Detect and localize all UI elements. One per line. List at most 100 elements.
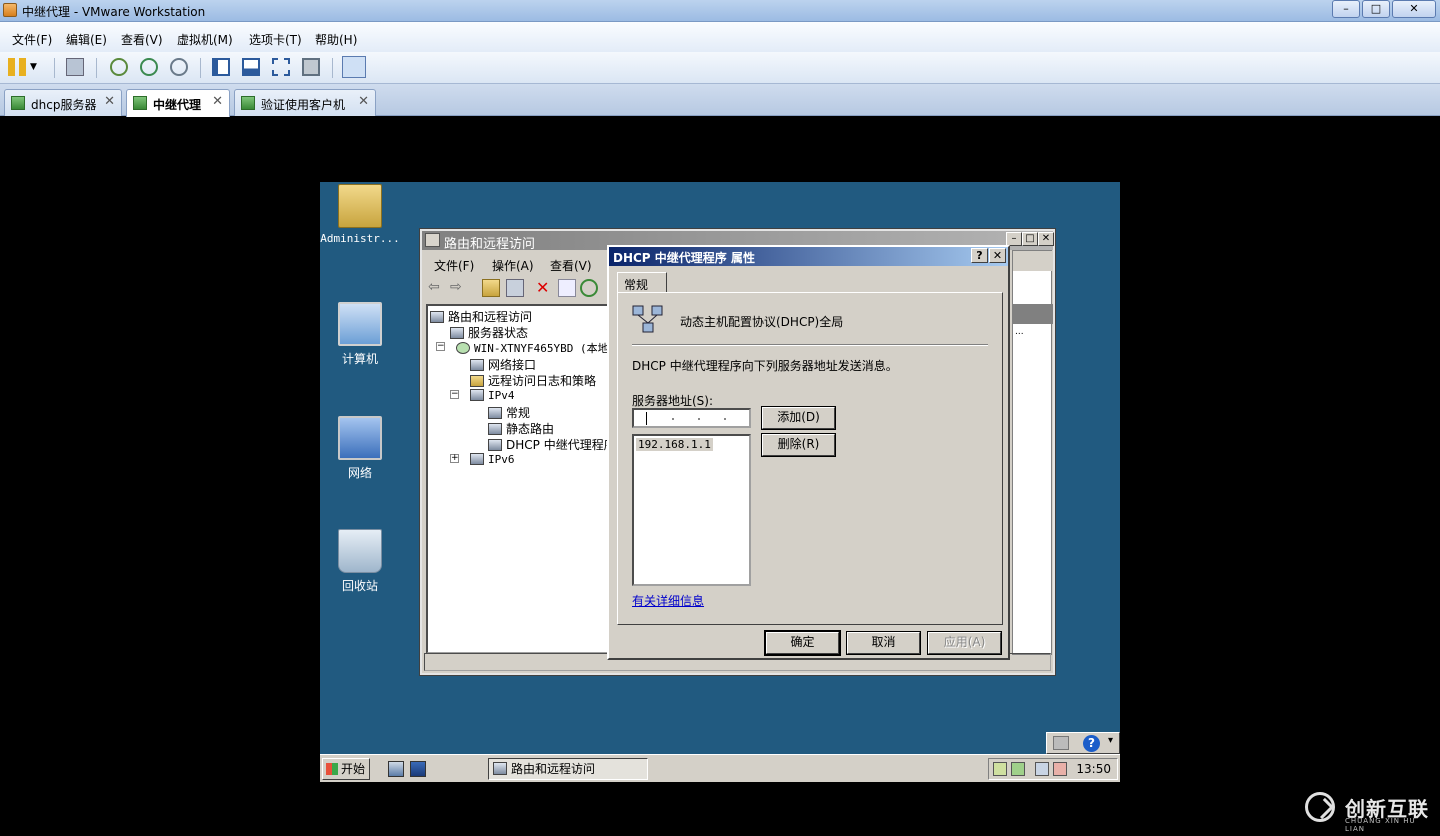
properties-icon[interactable] <box>558 279 576 297</box>
desktop-icon-label: 网络 <box>347 466 372 480</box>
taskbar-button-label: 路由和远程访问 <box>511 762 596 776</box>
unity-icon[interactable] <box>302 58 320 76</box>
language-bar: ? ▾ <box>1046 732 1120 754</box>
menu-edit[interactable]: 编辑(E) <box>66 31 107 48</box>
tree-item-static-routes[interactable]: 静态路由 <box>488 420 554 436</box>
host-titlebar: 中继代理 - VMware Workstation – □ ✕ <box>0 0 1440 22</box>
relay-description: DHCP 中继代理程序向下列服务器地址发送消息。 <box>632 359 898 373</box>
window-title: 中继代理 - VMware Workstation <box>22 5 206 19</box>
tree-item-ipv6[interactable]: + IPv6 <box>450 452 515 468</box>
tab-relay-agent[interactable]: 中继代理 ✕ <box>126 89 230 117</box>
menu-view[interactable]: 查看(V) <box>121 31 163 48</box>
guest-desktop[interactable]: Administr... 计算机 网络 回收站 路由和远程访问 – □ ✕ 文件… <box>320 182 1120 782</box>
watermark-logo: 创新互联 CHUANG XIN HU LIAN <box>1305 790 1435 833</box>
chevron-down-icon[interactable]: ▼ <box>30 58 42 76</box>
taskbar-button-rras[interactable]: 路由和远程访问 <box>488 758 648 780</box>
server-address-list[interactable]: 192.168.1.1 <box>632 434 751 586</box>
tree-item-rras-root[interactable]: 路由和远程访问 <box>430 308 532 324</box>
up-folder-icon[interactable] <box>482 279 500 297</box>
remove-button[interactable]: 删除(R) <box>761 433 836 457</box>
maximize-button[interactable]: □ <box>1022 232 1038 246</box>
tree-item-remote-access-logging[interactable]: 远程访问日志和策略 <box>470 372 596 388</box>
refresh-icon[interactable] <box>580 279 598 297</box>
minimize-button[interactable]: – <box>1332 0 1360 18</box>
delete-icon[interactable]: ✕ <box>536 279 554 297</box>
minimize-button[interactable]: – <box>1006 232 1022 246</box>
system-tray: 13:50 <box>988 758 1118 780</box>
tab-general[interactable]: 常规 <box>617 272 667 293</box>
expand-icon[interactable]: + <box>450 454 459 463</box>
tree-item-dhcp-relay-agent[interactable]: DHCP 中继代理程序 <box>488 436 616 452</box>
start-button[interactable]: 开始 <box>322 758 370 780</box>
list-item[interactable]: 192.168.1.1 <box>636 438 713 451</box>
server-manager-icon[interactable] <box>388 761 404 777</box>
rra-menu-file[interactable]: 文件(F) <box>434 257 474 274</box>
menu-file[interactable]: 文件(F) <box>12 31 52 48</box>
rra-menu-view[interactable]: 查看(V) <box>550 257 592 274</box>
show-hide-tree-icon[interactable] <box>506 279 524 297</box>
dhcp-relay-properties-dialog: DHCP 中继代理程序 属性 ? ✕ 常规 动态主机配置协议(DHCP)全局 D… <box>607 245 1010 660</box>
windows-flag-icon <box>326 763 338 775</box>
collapse-icon[interactable]: − <box>450 390 459 399</box>
dialog-header-text: 动态主机配置协议(DHCP)全局 <box>680 315 844 329</box>
keyboard-icon[interactable] <box>1053 736 1069 750</box>
menu-vm[interactable]: 虚拟机(M) <box>177 31 233 48</box>
back-arrow-icon[interactable]: ⇦ <box>428 279 446 297</box>
desktop-icon-administrator[interactable]: Administr... <box>320 184 400 245</box>
tree-item-server-status[interactable]: 服务器状态 <box>450 324 528 340</box>
help-button[interactable]: ? <box>971 248 988 263</box>
maximize-button[interactable]: □ <box>1362 0 1390 18</box>
dialog-close-button[interactable]: ✕ <box>989 248 1006 263</box>
dialog-titlebar: DHCP 中继代理程序 属性 ? ✕ <box>609 247 1008 266</box>
pause-icon[interactable] <box>8 58 26 76</box>
full-screen-icon[interactable] <box>272 58 290 76</box>
forward-arrow-icon[interactable]: ⇨ <box>450 279 468 297</box>
dialog-title: DHCP 中继代理程序 属性 <box>613 251 755 265</box>
toolbar-separator <box>54 58 55 78</box>
ip-dot <box>672 418 674 420</box>
collapse-icon[interactable]: − <box>436 342 445 351</box>
close-icon[interactable]: ✕ <box>358 94 369 109</box>
close-icon[interactable]: ✕ <box>104 94 115 109</box>
tree-item-network-interfaces[interactable]: 网络接口 <box>470 356 536 372</box>
vm-icon <box>241 96 255 110</box>
tab-dhcp-server[interactable]: dhcp服务器 ✕ <box>4 89 122 116</box>
cancel-button[interactable]: 取消 <box>846 631 921 655</box>
powershell-icon[interactable] <box>410 761 426 777</box>
send-keys-icon[interactable] <box>66 58 84 76</box>
console-view-icon[interactable] <box>342 56 366 78</box>
recycle-bin-icon <box>338 529 382 573</box>
tab-label: 中继代理 <box>153 98 202 112</box>
language-bar-options-icon[interactable]: ▾ <box>1108 735 1113 746</box>
add-button[interactable]: 添加(D) <box>761 406 836 430</box>
volume-muted-icon[interactable] <box>1053 762 1067 776</box>
apply-button[interactable]: 应用(A) <box>927 631 1002 655</box>
tree-item-ipv4[interactable]: − IPv4 <box>450 388 515 404</box>
tab-verify-client[interactable]: 验证使用客户机 ✕ <box>234 89 376 116</box>
close-button[interactable]: ✕ <box>1392 0 1436 18</box>
security-icon[interactable] <box>1011 762 1025 776</box>
revert-snapshot-icon[interactable] <box>140 58 158 76</box>
network-status-icon[interactable] <box>1035 762 1049 776</box>
update-icon[interactable] <box>993 762 1007 776</box>
snapshot-icon[interactable] <box>110 58 128 76</box>
thumbnail-bar-icon[interactable] <box>242 58 260 76</box>
snapshot-manager-icon[interactable] <box>170 58 188 76</box>
sidebar-toggle-icon[interactable] <box>212 58 230 76</box>
more-info-link[interactable]: 有关详细信息 <box>632 592 704 609</box>
rra-menu-action[interactable]: 操作(A) <box>492 257 534 274</box>
tree-item-server[interactable]: − WIN-XTNYF465YBD (本地) <box>436 340 615 356</box>
desktop-icon-recycle-bin[interactable]: 回收站 <box>320 529 400 594</box>
menu-help[interactable]: 帮助(H) <box>315 31 357 48</box>
close-button[interactable]: ✕ <box>1038 232 1054 246</box>
desktop-icon-computer[interactable]: 计算机 <box>320 302 400 367</box>
tree-item-general[interactable]: 常规 <box>488 404 530 420</box>
desktop-icon-label: Administr... <box>320 232 400 245</box>
desktop-icon-network[interactable]: 网络 <box>320 416 400 481</box>
clock[interactable]: 13:50 <box>1076 762 1111 776</box>
ok-button[interactable]: 确定 <box>764 630 841 656</box>
ip-address-input[interactable] <box>632 408 751 428</box>
menu-tabs[interactable]: 选项卡(T) <box>249 31 302 48</box>
close-icon[interactable]: ✕ <box>212 94 223 109</box>
help-icon[interactable]: ? <box>1083 735 1100 752</box>
